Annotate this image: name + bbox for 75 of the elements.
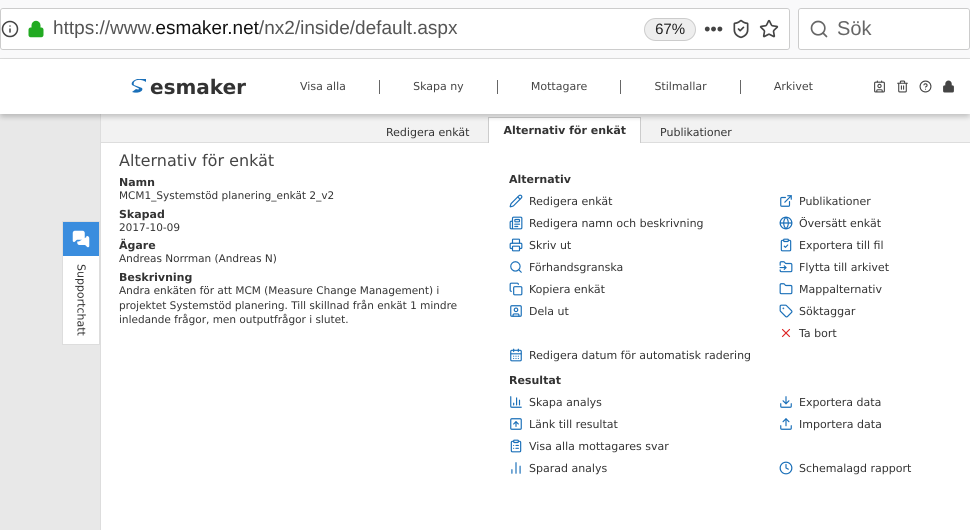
- logo-icon: [130, 78, 148, 94]
- url-text: https://www.esmaker.net/nx2/inside/default.aspx: [53, 18, 458, 40]
- chat-icon: [72, 230, 90, 248]
- download-icon: [779, 395, 793, 409]
- field-label: Namn: [119, 176, 156, 189]
- option-link[interactable]: Flytta till arkivet: [779, 256, 952, 278]
- contact-icon[interactable]: [873, 80, 886, 93]
- nav-link[interactable]: Mottagare: [530, 80, 588, 93]
- star-icon[interactable]: [759, 19, 779, 39]
- field-value: Andra enkäten för att MCM (Measure Change Management) i projektet Systemstöd planering. Till skillnad från enkät 1 mindre inledande frågor, men outputfrågor i slutet.: [119, 284, 458, 328]
- option-link[interactable]: Mappalternativ: [779, 278, 952, 300]
- trash-icon[interactable]: [896, 80, 909, 93]
- field-label: Skapad: [119, 208, 166, 221]
- nav-link[interactable]: Visa alla: [300, 80, 346, 93]
- upload-icon: [779, 417, 793, 431]
- option-link[interactable]: Söktaggar: [779, 300, 952, 322]
- option-link[interactable]: Schemalagd rapport: [779, 457, 952, 479]
- close-icon: [779, 326, 793, 340]
- option-link[interactable]: Visa alla mottagares svar: [509, 435, 779, 457]
- help-icon[interactable]: [919, 80, 932, 93]
- option-link[interactable]: Redigera enkät: [509, 190, 779, 212]
- lock-icon: [27, 20, 45, 38]
- option-link[interactable]: Publikationer: [779, 190, 952, 212]
- calendar-icon: [509, 348, 523, 362]
- menu-button[interactable]: •••: [704, 18, 723, 40]
- field-value: Andreas Norrman (Andreas N): [119, 252, 278, 268]
- address-bar[interactable]: https://www.esmaker.net/nx2/inside/default.aspx 67% •••: [0, 8, 790, 50]
- option-link[interactable]: Redigera namn och beskrivning: [509, 212, 779, 234]
- option-link[interactable]: Länk till resultat: [509, 413, 779, 435]
- option-link[interactable]: Exportera data: [779, 391, 952, 413]
- search-icon: [509, 260, 523, 274]
- option-link[interactable]: Dela ut: [509, 300, 779, 322]
- tag-icon: [779, 304, 793, 318]
- clipboard-icon: [509, 439, 523, 453]
- field-label: Beskrivning: [119, 271, 194, 284]
- external-link-icon: [779, 194, 793, 208]
- person-card-icon: [509, 304, 523, 318]
- tab[interactable]: Redigera enkät: [371, 119, 484, 143]
- tab[interactable]: Alternativ för enkät: [488, 117, 642, 143]
- field-value: MCM1_Systemstöd planering_enkät 2_v2: [119, 189, 336, 204]
- page-title: Alternativ för enkät: [119, 151, 276, 170]
- nav-link[interactable]: Arkivet: [774, 80, 813, 93]
- bar-chart-icon: [509, 395, 523, 409]
- clock-icon: [779, 461, 793, 475]
- option-link[interactable]: Kopiera enkät: [509, 278, 779, 300]
- field-label: Ägare: [119, 239, 157, 252]
- option-link[interactable]: Redigera datum för automatisk radering: [509, 344, 779, 366]
- nav-link[interactable]: Stilmallar: [654, 80, 707, 93]
- support-chat-tab[interactable]: Supportchatt: [62, 221, 100, 345]
- info-icon[interactable]: [1, 20, 19, 38]
- shield-icon[interactable]: [731, 19, 751, 39]
- printer-icon: [509, 238, 523, 252]
- nav-link[interactable]: Skapa ny: [413, 80, 464, 93]
- search-field[interactable]: Sök: [798, 8, 970, 50]
- zoom-level[interactable]: 67%: [644, 18, 696, 40]
- field-value: 2017-10-09: [119, 220, 182, 236]
- search-icon: [809, 19, 829, 39]
- search-placeholder: Sök: [837, 18, 872, 40]
- copy-icon: [509, 282, 523, 296]
- option-link[interactable]: Ta bort: [779, 322, 952, 344]
- section-heading: Resultat: [509, 374, 562, 387]
- option-link[interactable]: Förhandsgranska: [509, 256, 779, 278]
- option-link[interactable]: Översätt enkät: [779, 212, 952, 234]
- logo[interactable]: esmaker: [130, 74, 300, 98]
- section-heading: Alternativ: [509, 173, 572, 186]
- option-link[interactable]: Skriv ut: [509, 234, 779, 256]
- tab[interactable]: Publikationer: [645, 119, 747, 143]
- option-link[interactable]: Skapa analys: [509, 391, 779, 413]
- option-link[interactable]: Importera data: [779, 413, 952, 435]
- folder-icon: [779, 282, 793, 296]
- globe-icon: [779, 216, 793, 230]
- pencil-icon: [509, 194, 523, 208]
- lock-icon[interactable]: [942, 80, 955, 93]
- option-link[interactable]: Exportera till fil: [779, 234, 952, 256]
- option-link[interactable]: Sparad analys: [509, 457, 779, 479]
